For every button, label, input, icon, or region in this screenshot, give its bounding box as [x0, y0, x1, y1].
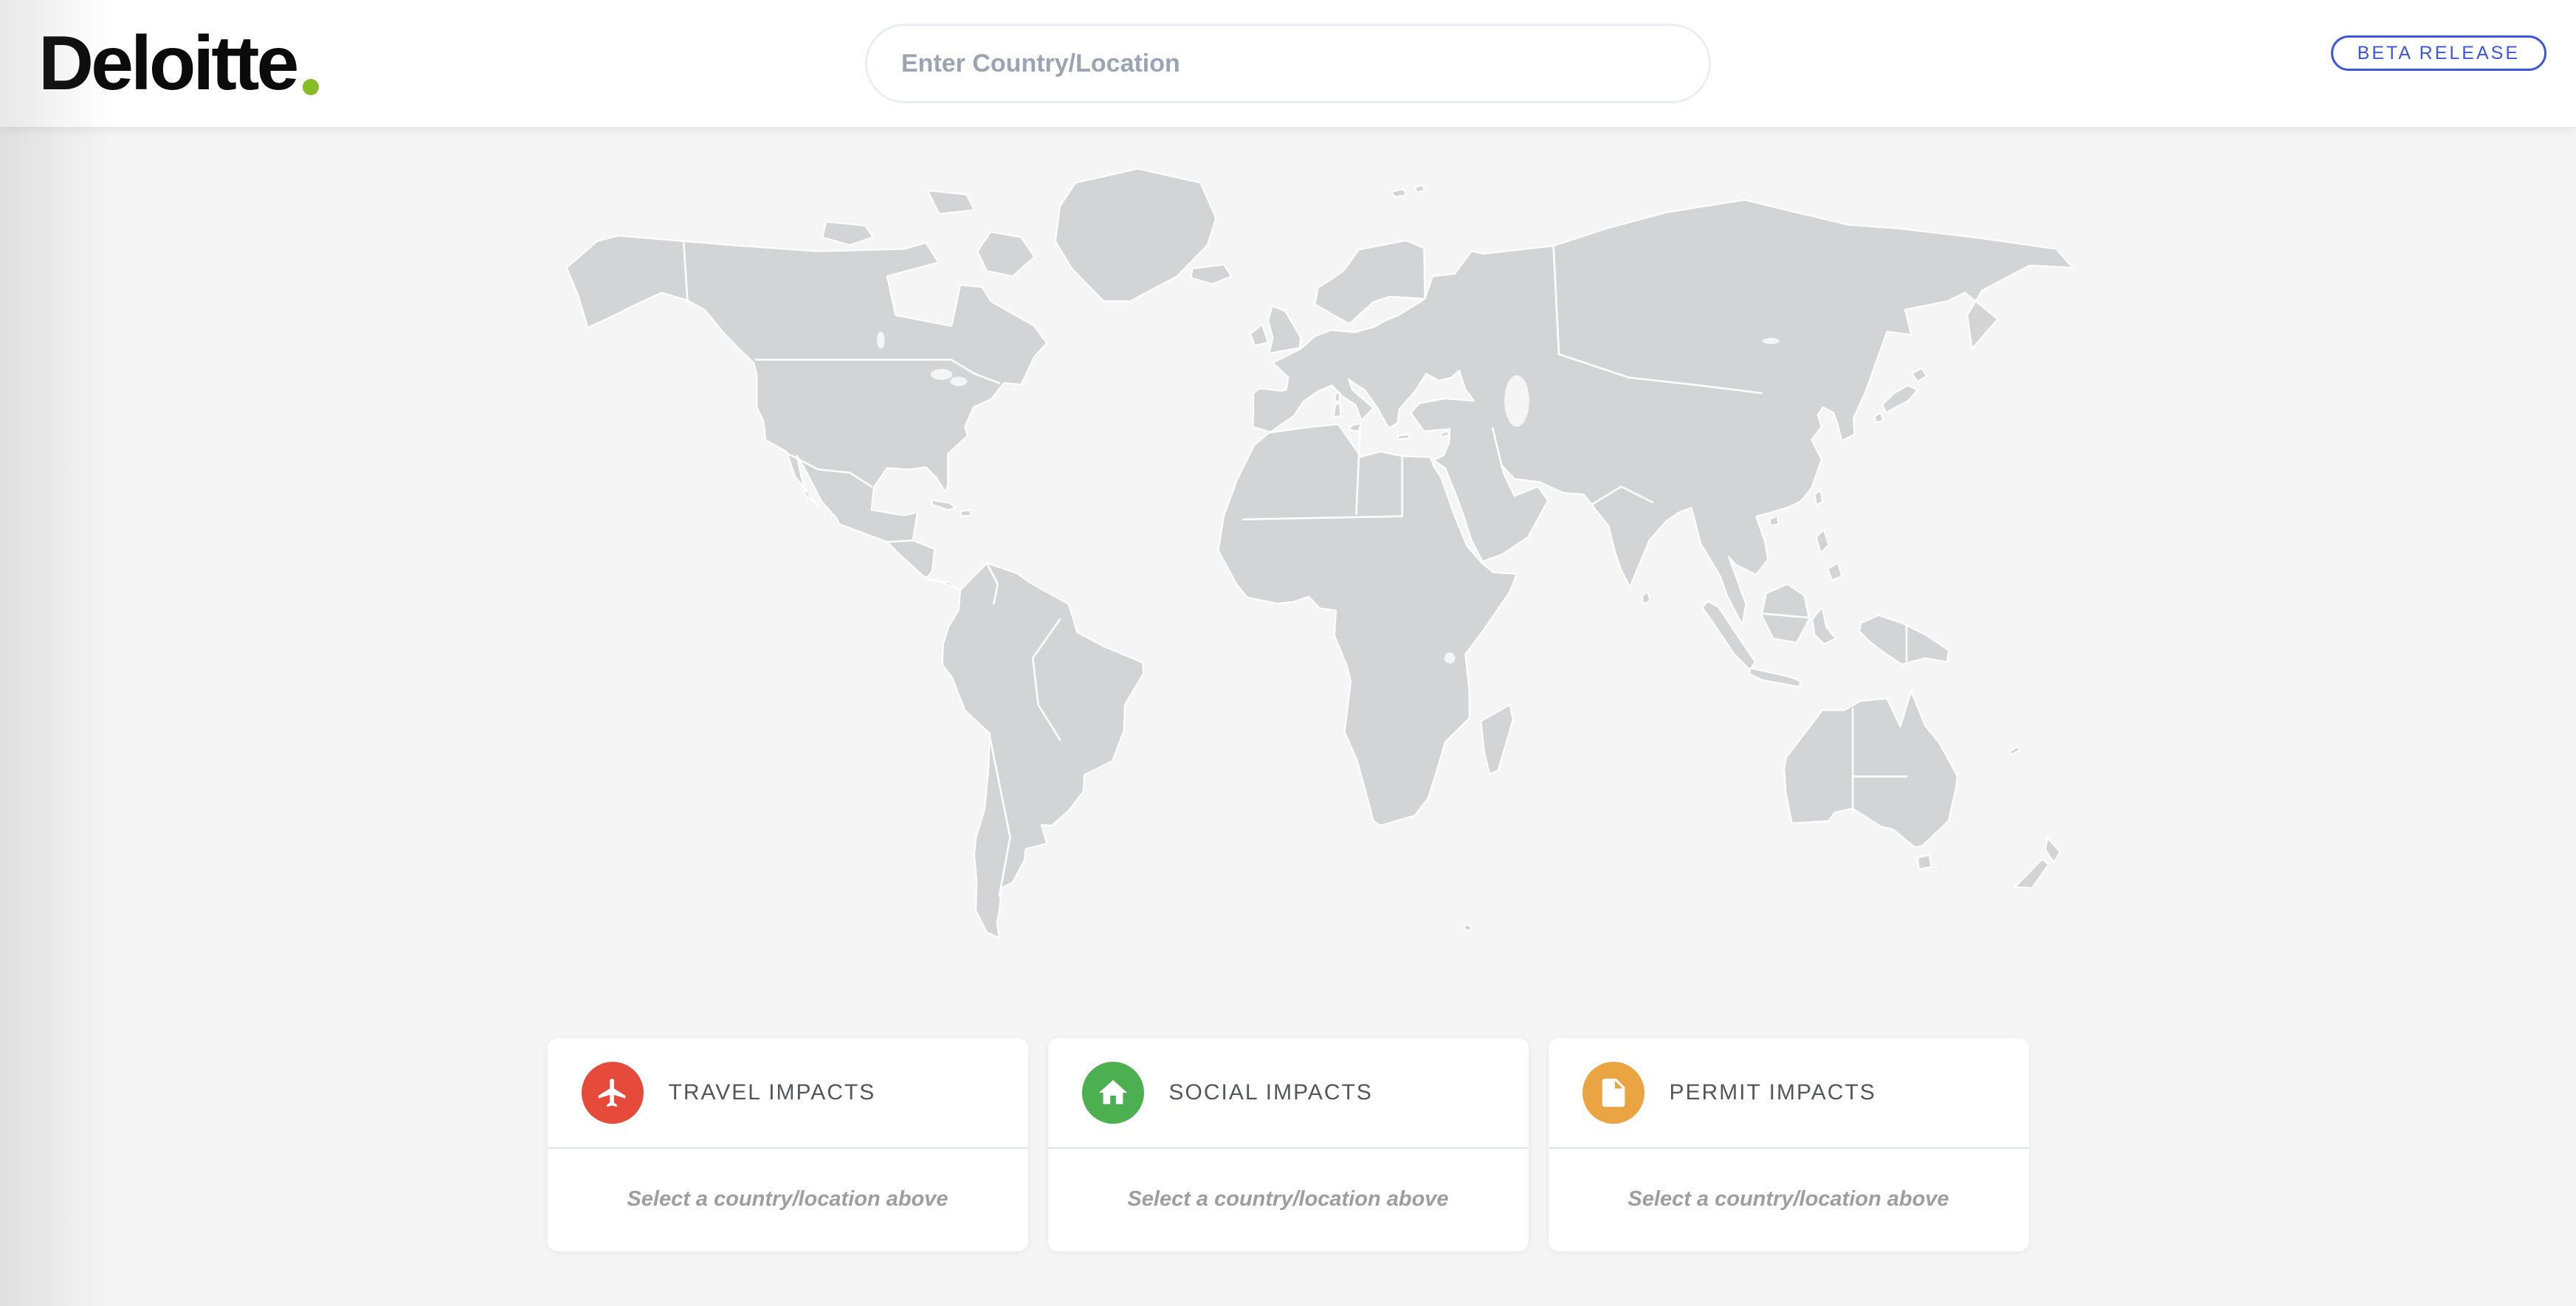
iceland: [1191, 265, 1232, 284]
new-zealand-south: [2015, 859, 2048, 888]
cyprus: [1441, 432, 1450, 437]
franz-josef-land: [1415, 185, 1425, 193]
crete: [1397, 435, 1409, 439]
permit-impacts-header[interactable]: PERMIT IMPACTS: [1549, 1038, 2029, 1147]
java: [1749, 668, 1801, 687]
greenland: [1055, 169, 1216, 302]
document-icon: [1583, 1062, 1645, 1124]
deloitte-logo-text: Deloitte: [38, 25, 296, 102]
sri-lanka: [1642, 592, 1650, 604]
deloitte-logo[interactable]: Deloitte: [38, 0, 319, 127]
ellesmere-island: [928, 190, 974, 214]
travel-impacts-header[interactable]: TRAVEL IMPACTS: [548, 1038, 1028, 1147]
japan-kyushu: [1875, 412, 1884, 423]
cuba: [931, 500, 956, 510]
sicily: [1349, 424, 1361, 432]
luzon: [1816, 530, 1829, 553]
permit-impacts-empty-state: Select a country/location above: [1549, 1149, 2029, 1250]
corsica: [1335, 393, 1340, 402]
social-impacts-card: SOCIAL IMPACTS Select a country/location…: [1048, 1038, 1529, 1251]
permit-impacts-title: PERMIT IMPACTS: [1670, 1080, 1876, 1105]
map-landmasses: [567, 169, 2073, 938]
travel-impacts-card: TRAVEL IMPACTS Select a country/location…: [548, 1038, 1028, 1251]
permit-impacts-card: PERMIT IMPACTS Select a country/location…: [1549, 1038, 2029, 1251]
world-map-svg[interactable]: [514, 159, 2073, 966]
hainan: [1769, 516, 1779, 526]
hispaniola: [960, 510, 971, 516]
social-impacts-title: SOCIAL IMPACTS: [1169, 1080, 1373, 1105]
south-america: [943, 563, 1143, 938]
lake-winnipeg: [877, 331, 885, 348]
australia: [1784, 691, 1957, 847]
new-zealand-north: [2045, 838, 2060, 863]
beta-release-label: BETA RELEASE: [2358, 43, 2520, 64]
caspian-sea: [1504, 376, 1529, 427]
great-britain: [1268, 306, 1301, 353]
lake-baikal: [1763, 338, 1780, 344]
tasmania: [1918, 855, 1932, 869]
social-impacts-header[interactable]: SOCIAL IMPACTS: [1048, 1038, 1529, 1147]
great-lakes-east: [950, 377, 967, 387]
mindanao: [1828, 563, 1842, 580]
lake-victoria: [1444, 652, 1456, 663]
green-dot-icon: [303, 79, 319, 95]
home-icon: [1082, 1062, 1144, 1124]
sardinia: [1334, 404, 1341, 417]
travel-impacts-empty-state: Select a country/location above: [548, 1149, 1028, 1250]
social-impacts-empty-state: Select a country/location above: [1048, 1149, 1529, 1250]
kerguelen-island: [1464, 925, 1472, 932]
sulawesi: [1812, 607, 1836, 644]
new-caledonia: [2009, 747, 2019, 755]
svalbard: [1391, 189, 1407, 197]
travel-impacts-title: TRAVEL IMPACTS: [669, 1080, 876, 1105]
madagascar: [1481, 705, 1512, 774]
baffin-island: [977, 232, 1034, 276]
victoria-island: [822, 222, 873, 246]
app-header: Deloitte BETA RELEASE: [0, 0, 2576, 127]
country-search-input[interactable]: [865, 24, 1711, 103]
great-lakes-west: [931, 369, 953, 380]
japan-honshu: [1882, 385, 1918, 412]
north-america: [567, 236, 1047, 590]
world-map[interactable]: [514, 159, 2073, 966]
airplane-icon: [582, 1062, 644, 1124]
beta-release-badge: BETA RELEASE: [2331, 35, 2546, 71]
japan-hokkaido: [1912, 368, 1926, 381]
taiwan: [1814, 491, 1822, 505]
ireland: [1250, 325, 1268, 346]
sumatra: [1702, 601, 1755, 670]
new-guinea: [1859, 615, 1949, 665]
impact-cards-row: TRAVEL IMPACTS Select a country/location…: [0, 1038, 2576, 1251]
